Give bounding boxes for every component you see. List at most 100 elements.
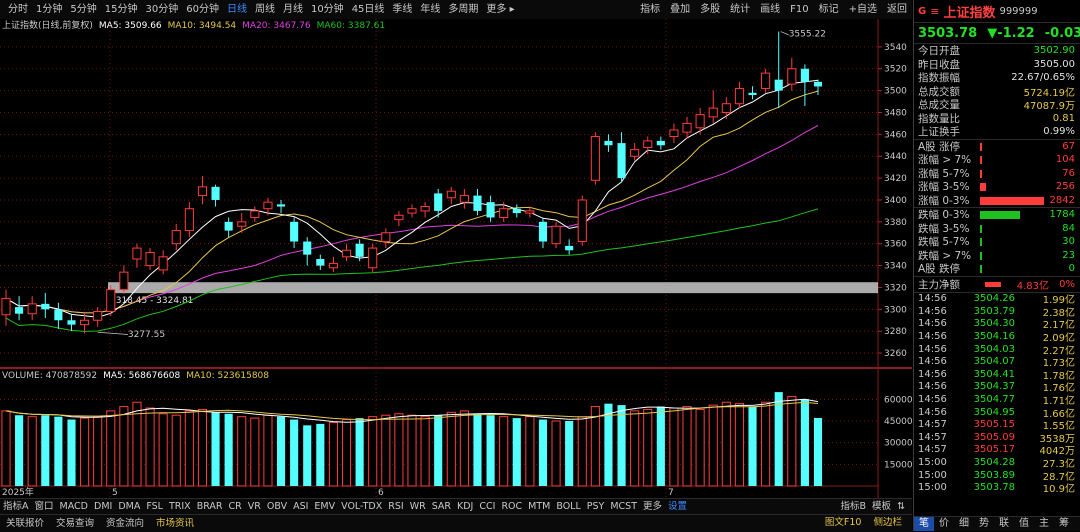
indicator-2[interactable]: DMI [91,499,115,514]
footer-right-0[interactable]: 图文F10 [819,515,868,531]
breadth-value: 67 [1062,140,1075,152]
breadth-row: 涨幅 5-7% 76 [914,167,1080,181]
period-tab-13[interactable]: 多周期 [444,0,482,19]
indicator-11[interactable]: EMV [311,499,338,514]
indicator-right-0[interactable]: 指标B [837,499,869,514]
indicator-4[interactable]: FSL [143,499,166,514]
indicator-24[interactable]: 设置 [665,499,690,514]
indicator-9[interactable]: OBV [264,499,290,514]
tool-tab-5[interactable]: F10 [785,0,813,19]
footer-tab-2[interactable]: 资金流向 [100,516,150,532]
panel-foot-tab-6[interactable]: 主 [1034,517,1054,531]
indicator-19[interactable]: MTM [525,499,553,514]
period-tab-7[interactable]: 周线 [251,0,279,19]
indicator-1[interactable]: MACD [57,499,91,514]
indicator-10[interactable]: ASI [290,499,311,514]
tick-price: 3504.37 [973,381,1015,393]
period-tab-8[interactable]: 月线 [279,0,307,19]
candle-body [708,107,718,118]
indicator-13[interactable]: RSI [385,499,406,514]
menu-icon[interactable]: ≡ [930,5,939,18]
indicator-0[interactable]: 窗口 [32,499,57,514]
indicator-21[interactable]: PSY [584,499,608,514]
indicator-right-2[interactable]: ⇅ [894,499,908,514]
candle-body [695,114,705,129]
indicator-a-label[interactable]: 指标A [0,499,32,514]
stat-row: 昨日收盘 3505.00 [914,58,1080,72]
period-tab-1[interactable]: 1分钟 [32,0,66,19]
volume-tick-label: 60000 [884,395,912,405]
indicator-22[interactable]: MCST [607,499,640,514]
volume-tick-label: 30000 [884,439,912,449]
period-tab-3[interactable]: 15分钟 [101,0,142,19]
panel-foot-tab-5[interactable]: 值 [1014,517,1034,531]
period-tab-14[interactable]: 更多 ▸ [482,0,518,19]
indicator-16[interactable]: KDJ [454,499,476,514]
period-tab-11[interactable]: 季线 [388,0,416,19]
tool-tab-8[interactable]: 返回 [882,0,912,19]
tool-tab-2[interactable]: 多股 [695,0,725,19]
period-tab-0[interactable]: 分时 [4,0,32,19]
footer-tab-1[interactable]: 交易查询 [50,516,100,532]
period-tab-12[interactable]: 年线 [416,0,444,19]
indicator-14[interactable]: WR [407,499,429,514]
indicator-15[interactable]: SAR [429,499,454,514]
period-tab-2[interactable]: 5分钟 [66,0,100,19]
period-tab-4[interactable]: 30分钟 [141,0,182,19]
indicator-20[interactable]: BOLL [553,499,583,514]
indicator-12[interactable]: VOL-TDX [338,499,385,514]
stat-value: 22.67/0.65% [1011,72,1075,84]
indicator-8[interactable]: VR [245,499,264,514]
kline-chart[interactable]: 3260 3280 3300 3320 3340 3360 3380 3400 3420 3440… [0,19,912,368]
panel-foot-tab-3[interactable]: 势 [974,517,994,531]
panel-foot-tab-4[interactable]: 联 [994,517,1014,531]
index-name: 上证指数 [943,5,996,21]
tick-time: 14:56 [918,293,947,305]
candle-body [211,186,220,200]
tick-price: 3504.41 [973,368,1015,380]
volume-chart[interactable]: 60000 45000 30000 15000 VOLUME: 470878592 MA5… [0,368,912,498]
tool-tab-6[interactable]: 标记 [814,0,844,19]
breadth-value: 104 [1055,154,1075,166]
indicator-6[interactable]: BRAR [194,499,226,514]
indicator-23[interactable]: 更多 [640,499,665,514]
breadth-bar [980,169,982,178]
volume-bar [473,413,482,486]
candle-body [27,303,37,315]
panel-foot-tab-0[interactable]: 笔 [914,517,934,531]
volume-bar [551,420,561,487]
candle-body [682,122,692,133]
footer-right-1[interactable]: 侧边栏 [867,515,908,531]
period-tab-10[interactable]: 45日线 [348,0,389,19]
footer-tab-0[interactable]: 关联报价 [0,516,50,532]
tool-tab-1[interactable]: 叠加 [665,0,695,19]
candle-body [93,311,103,321]
g-icon[interactable]: G [918,6,926,17]
panel-foot-tab-1[interactable]: 价 [934,517,954,531]
indicator-right-1[interactable]: 模板 [869,499,894,514]
period-tab-6[interactable]: 日线 [223,0,251,19]
panel-foot-tab-2[interactable]: 细 [954,517,974,531]
tool-tab-0[interactable]: 指标 [635,0,665,19]
indicator-18[interactable]: ROC [498,499,525,514]
breadth-label: 涨幅 0-3% [918,194,970,207]
candle-body [80,319,90,326]
tool-tab-7[interactable]: +自选 [844,0,882,19]
period-tab-9[interactable]: 10分钟 [307,0,348,19]
indicator-5[interactable]: TRIX [166,499,194,514]
indicator-3[interactable]: DMA [115,499,143,514]
indicator-7[interactable]: CR [226,499,245,514]
footer-tab-3[interactable]: 市场资讯 [150,516,200,532]
main-flow-row: 主力净额 4.83亿 0% [914,277,1080,293]
panel-foot-tab-7[interactable]: 筹 [1054,517,1074,531]
tool-tab-3[interactable]: 统计 [725,0,755,19]
tool-tab-4[interactable]: 画线 [755,0,785,19]
volume-bar [276,416,286,486]
volume-bar [721,401,731,487]
candle-body [643,140,653,148]
volume-bar [184,410,194,487]
period-tab-5[interactable]: 60分钟 [182,0,223,19]
indicator-17[interactable]: CCI [476,499,498,514]
tick-time: 14:56 [918,356,947,368]
tick-list[interactable]: 14:56 3504.26 1.99亿 14:56 3503.79 2.38亿 14:56 3… [914,293,1080,495]
